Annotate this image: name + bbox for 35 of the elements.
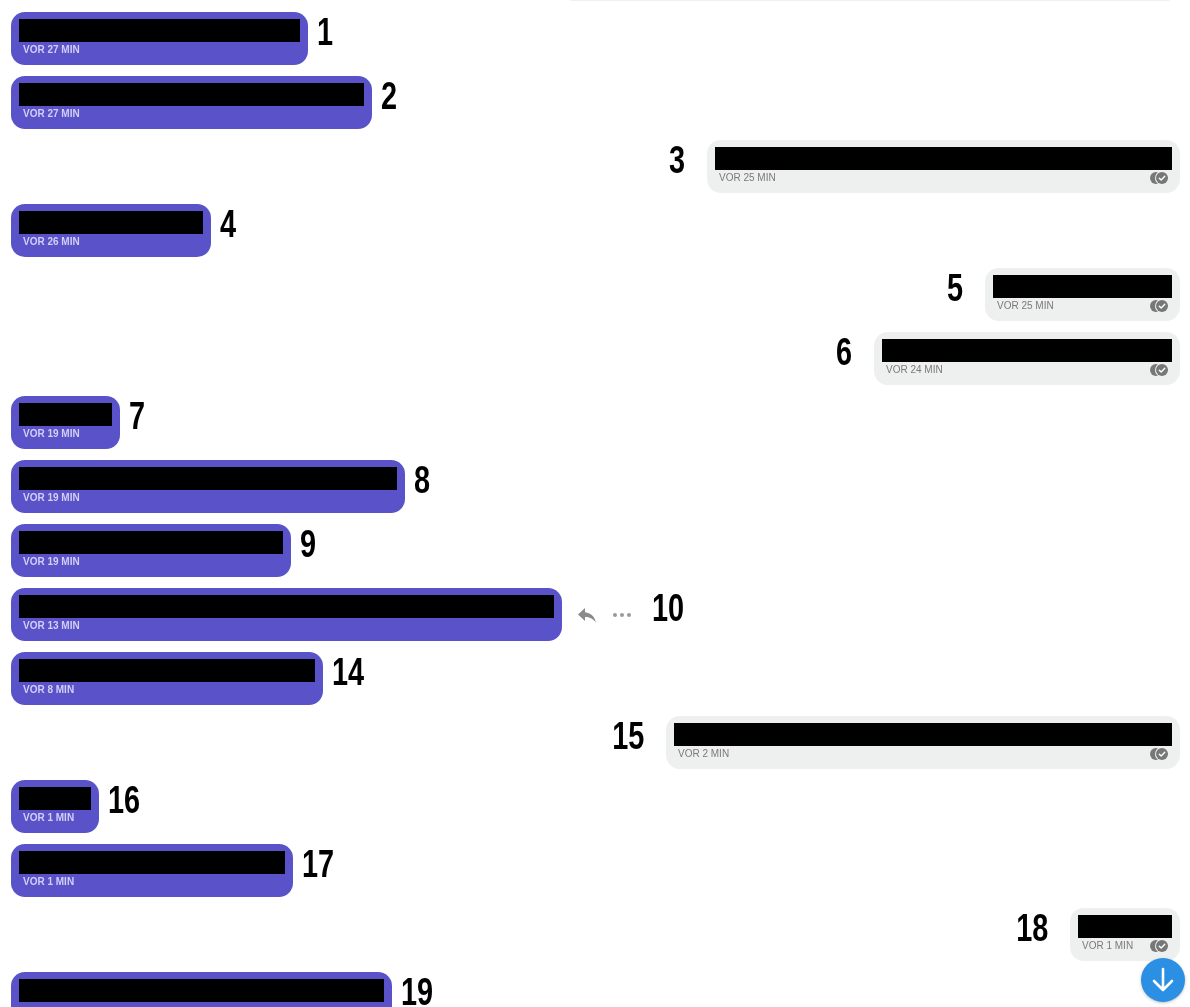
annotation-number: 15 (611, 717, 644, 755)
timestamp: VOR 25 MIN (997, 300, 1054, 312)
scroll-down-button[interactable] (1141, 958, 1185, 1002)
timestamp: VOR 1 MIN (1082, 940, 1134, 952)
timestamp: VOR 27 MIN (23, 108, 80, 120)
annotation-number: 1 (317, 13, 334, 51)
timestamp: VOR 26 MIN (23, 236, 80, 248)
annotation-number: 18 (1015, 909, 1048, 947)
timestamp: VOR 27 MIN (23, 44, 80, 56)
timestamp: VOR 8 MIN (23, 684, 75, 696)
annotation-number: 4 (220, 205, 237, 243)
annotation-number: 3 (668, 141, 685, 179)
annotation-number: 6 (835, 333, 852, 371)
annotation-number: 8 (414, 461, 431, 499)
annotation-number: 5 (946, 269, 963, 307)
more-icon[interactable] (613, 612, 631, 617)
annotation-number: 9 (300, 525, 317, 563)
annotation-number: 17 (302, 845, 335, 883)
annotation-number: 16 (108, 781, 141, 819)
timestamp: VOR 1 MIN (23, 812, 75, 824)
annotation-number: 2 (381, 77, 398, 115)
annotation-number: 19 (401, 973, 434, 1007)
timestamp: VOR 19 MIN (23, 556, 80, 568)
timestamp: VOR 13 MIN (23, 620, 80, 632)
annotation-number: 10 (652, 589, 685, 627)
annotation-number: 7 (129, 397, 146, 435)
timestamp: VOR 19 MIN (23, 428, 80, 440)
timestamp: VOR 1 MIN (23, 876, 75, 888)
reply-icon[interactable] (577, 606, 596, 623)
timestamp: VOR 19 MIN (23, 492, 80, 504)
timestamp: VOR 2 MIN (678, 748, 730, 760)
down-arrow-icon (1150, 967, 1176, 993)
timestamp: VOR 25 MIN (719, 172, 776, 184)
timestamp: VOR 24 MIN (886, 364, 943, 376)
annotation-number: 14 (332, 653, 365, 691)
